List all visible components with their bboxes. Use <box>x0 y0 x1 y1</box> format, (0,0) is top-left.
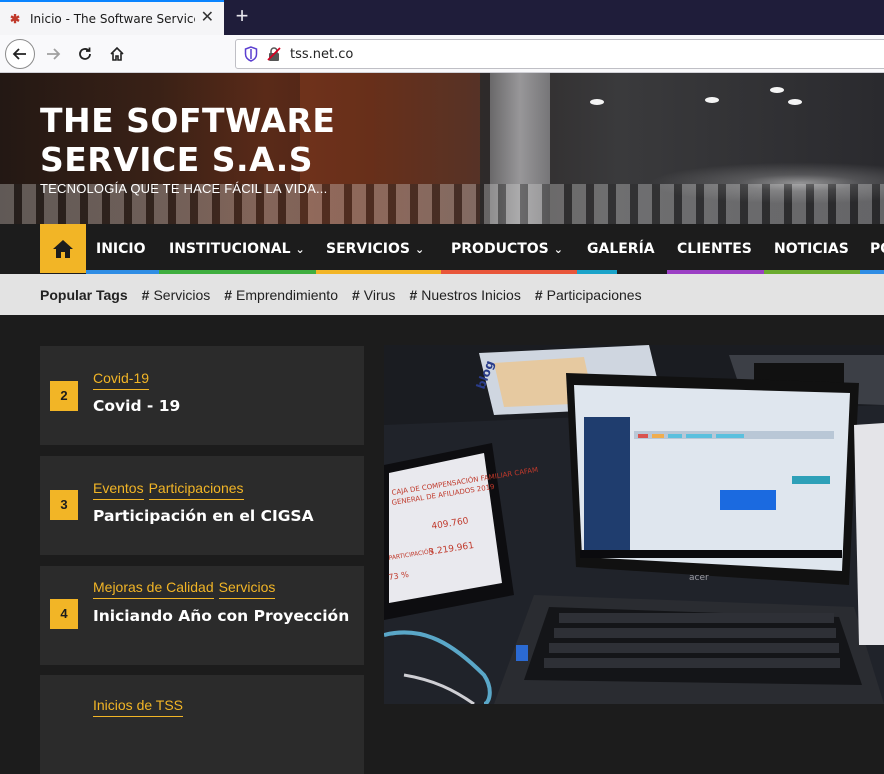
post-category-link[interactable]: Eventos <box>93 480 144 500</box>
post-title[interactable]: Covid - 19 <box>93 396 353 417</box>
arrow-right-icon <box>47 48 61 60</box>
popular-tags-bar: Popular Tags # Servicios # Emprendimiento … <box>0 274 884 315</box>
post-card[interactable]: Inicios de TSS <box>40 675 364 774</box>
tracking-shield-icon[interactable] <box>244 46 258 62</box>
ceiling-light <box>705 97 719 103</box>
post-category-link[interactable]: Covid-19 <box>93 370 150 390</box>
tag-link[interactable]: # Nuestros Inicios <box>409 287 520 303</box>
tab-title: Inicio - The Software Service S.A.S <box>30 11 195 26</box>
home-icon <box>53 239 73 258</box>
post-category-link[interactable]: Participaciones <box>148 480 244 500</box>
post-categories: Eventos Participaciones <box>93 480 249 500</box>
main-menu: INICIO INSTITUCIONAL ⌄ SERVICIOS ⌄ PRODU… <box>0 224 884 274</box>
new-tab-button[interactable]: + <box>230 4 254 30</box>
address-bar[interactable]: tss.net.co <box>235 39 884 69</box>
close-tab-icon[interactable]: ✕ <box>201 10 214 26</box>
reload-icon <box>79 47 91 60</box>
tag-link[interactable]: # Emprendimiento <box>224 287 338 303</box>
menu-item-label: GALERÍA <box>587 241 655 257</box>
insecure-lock-icon[interactable] <box>266 46 282 62</box>
menu-item-institucional[interactable]: INSTITUCIONAL ⌄ <box>159 224 324 274</box>
post-number-badge: 4 <box>50 599 78 629</box>
post-categories: Mejoras de Calidad Servicios <box>93 579 280 599</box>
browser-tab[interactable]: ✱ Inicio - The Software Service S.A.S ✕ <box>0 0 224 35</box>
reload-button[interactable] <box>70 39 100 69</box>
laptop-brand-label: acer <box>689 573 709 583</box>
arrow-left-icon <box>12 48 26 60</box>
tag-link[interactable]: # Servicios <box>142 287 211 303</box>
post-card[interactable]: 4 Mejoras de Calidad Servicios Iniciando… <box>40 566 364 665</box>
ceiling-light <box>590 99 604 105</box>
ceiling-light <box>770 87 784 93</box>
forward-button[interactable] <box>38 39 68 69</box>
post-category-link[interactable]: Servicios <box>218 579 276 599</box>
menu-item-servicios[interactable]: SERVICIOS ⌄ <box>316 224 448 274</box>
hash-icon: # <box>351 286 360 303</box>
site-title-line2: SERVICE S.A.S <box>40 140 314 179</box>
tag-link[interactable]: # Virus <box>352 287 395 303</box>
post-title[interactable]: Iniciando Año con Proyección <box>93 606 353 627</box>
post-title[interactable]: Participación en el CIGSA <box>93 506 353 527</box>
home-icon <box>110 46 124 61</box>
post-number-badge: 3 <box>50 490 78 520</box>
main-content: 2 Covid-19 Covid - 19 3 Eventos Particip… <box>0 315 884 774</box>
menu-item-label: INICIO <box>96 241 146 257</box>
menu-item-po[interactable]: PO <box>860 224 884 274</box>
menu-item-label: SERVICIOS <box>326 241 410 257</box>
tag-label: Emprendimiento <box>236 286 338 303</box>
hash-icon: # <box>224 286 233 303</box>
menu-item-label: INSTITUCIONAL <box>169 241 291 257</box>
featured-post-image[interactable]: blog CAJA DE COMPENSACIÓN FAMILIAR CAFAM… <box>384 345 884 704</box>
menu-item-label: NOTICIAS <box>774 241 849 257</box>
url-text: tss.net.co <box>290 46 354 62</box>
back-button[interactable] <box>5 39 35 69</box>
menu-item-noticias[interactable]: NOTICIAS <box>764 224 866 274</box>
hash-icon: # <box>141 286 150 303</box>
post-card[interactable]: 3 Eventos Participaciones Participación … <box>40 456 364 555</box>
menu-item-inicio[interactable]: INICIO <box>86 224 166 274</box>
browser-nav-bar: tss.net.co <box>0 35 884 73</box>
chevron-down-icon: ⌄ <box>553 242 563 256</box>
site-title[interactable]: THE SOFTWARE SERVICE S.A.S <box>40 101 380 179</box>
home-button[interactable] <box>102 39 132 69</box>
menu-item-productos[interactable]: PRODUCTOS ⌄ <box>441 224 584 274</box>
tag-label: Participaciones <box>546 286 642 303</box>
post-categories: Inicios de TSS <box>93 697 188 717</box>
laptop-photo-illustration: blog CAJA DE COMPENSACIÓN FAMILIAR CAFAM… <box>384 345 884 704</box>
menu-home-button[interactable] <box>40 224 86 273</box>
tag-label: Virus <box>363 286 396 303</box>
popular-tags-label: Popular Tags <box>40 286 128 303</box>
tag-label: Servicios <box>153 286 211 303</box>
tag-label: Nuestros Inicios <box>421 286 521 303</box>
site-header-banner: THE SOFTWARE SERVICE S.A.S TECNOLOGÍA QU… <box>0 73 884 224</box>
post-card[interactable]: 2 Covid-19 Covid - 19 <box>40 346 364 445</box>
site-favicon-icon: ✱ <box>10 11 21 26</box>
tag-link[interactable]: # Participaciones <box>535 287 642 303</box>
menu-item-label: PRODUCTOS <box>451 241 549 257</box>
post-category-link[interactable]: Mejoras de Calidad <box>93 579 214 599</box>
browser-tab-bar: ✱ Inicio - The Software Service S.A.S ✕ … <box>0 0 884 35</box>
post-categories: Covid-19 <box>93 370 154 390</box>
post-category-link[interactable]: Inicios de TSS <box>93 697 184 717</box>
site-title-line1: THE SOFTWARE <box>40 101 336 140</box>
menu-item-label: CLIENTES <box>677 241 752 257</box>
ceiling-light <box>788 99 802 105</box>
chevron-down-icon: ⌄ <box>295 242 305 256</box>
hash-icon: # <box>534 286 543 303</box>
menu-item-galeria[interactable]: GALERÍA <box>577 224 667 274</box>
post-number-badge: 2 <box>50 381 78 411</box>
hash-icon: # <box>409 286 418 303</box>
site-tagline: TECNOLOGÍA QUE TE HACE FÁCIL LA VIDA... <box>40 181 328 196</box>
menu-item-label: PO <box>870 241 884 257</box>
menu-item-clientes[interactable]: CLIENTES <box>667 224 771 274</box>
chevron-down-icon: ⌄ <box>414 242 425 256</box>
